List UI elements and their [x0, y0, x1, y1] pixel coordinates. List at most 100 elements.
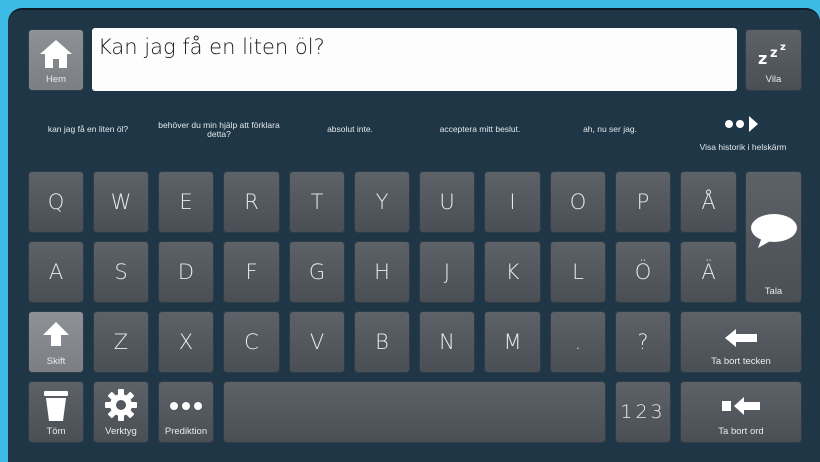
gear-icon: [105, 389, 137, 421]
svg-text:z: z: [758, 49, 767, 67]
key-f[interactable]: F: [223, 241, 280, 303]
history-button[interactable]: Visa historik i helskärm: [688, 110, 798, 160]
key-label: .: [574, 330, 582, 354]
key-ae[interactable]: Ä: [680, 241, 737, 303]
delete-word-button[interactable]: Ta bort ord: [680, 381, 802, 443]
message-text-area[interactable]: Kan jag få en liten öl?: [92, 28, 737, 91]
key-label: S: [114, 260, 128, 284]
key-o[interactable]: O: [550, 171, 606, 233]
tools-label: Verktyg: [105, 426, 137, 437]
key-label: P: [636, 190, 650, 214]
key-label: A: [48, 260, 64, 284]
key-label: V: [309, 330, 325, 354]
key-oe[interactable]: Ö: [615, 241, 671, 303]
key-i[interactable]: I: [484, 171, 541, 233]
prediction-text: acceptera mitt beslut.: [439, 124, 521, 135]
key-label: T: [310, 190, 324, 214]
key-label: I: [509, 190, 516, 214]
message-text: Kan jag få en liten öl?: [98, 35, 325, 59]
key-g[interactable]: G: [289, 241, 345, 303]
key-j[interactable]: J: [419, 241, 475, 303]
key-e[interactable]: E: [158, 171, 214, 233]
dot-arrow-left-icon: [722, 397, 760, 415]
key-b[interactable]: B: [354, 311, 410, 373]
key-period[interactable]: .: [550, 311, 606, 373]
speech-bubble-icon: [750, 214, 797, 248]
prediction-text: absolut inte.: [327, 124, 373, 135]
key-label: H: [374, 260, 390, 284]
key-label: Ä: [701, 260, 716, 284]
key-label: X: [178, 330, 194, 354]
key-d[interactable]: D: [158, 241, 214, 303]
key-t[interactable]: T: [289, 171, 345, 233]
key-u[interactable]: U: [419, 171, 475, 233]
delete-char-label: Ta bort tecken: [711, 356, 771, 367]
key-label: ?: [637, 330, 649, 354]
prediction-item[interactable]: acceptera mitt beslut.: [420, 112, 540, 148]
key-q[interactable]: Q: [28, 171, 84, 233]
key-p[interactable]: P: [615, 171, 671, 233]
prediction-item[interactable]: absolut inte.: [290, 112, 410, 148]
svg-text:z: z: [770, 46, 778, 61]
key-v[interactable]: V: [289, 311, 345, 373]
key-label: Q: [47, 190, 65, 214]
key-m[interactable]: M: [484, 311, 541, 373]
key-label: Ö: [634, 260, 652, 284]
delete-word-label: Ta bort ord: [718, 426, 764, 437]
key-label: Z: [113, 330, 129, 354]
key-z[interactable]: Z: [93, 311, 149, 373]
key-x[interactable]: X: [158, 311, 214, 373]
shift-label: Skift: [46, 356, 66, 367]
sleep-button[interactable]: z z z Vila: [745, 29, 802, 91]
key-n[interactable]: N: [419, 311, 475, 373]
clear-button[interactable]: Töm: [28, 381, 84, 443]
prediction-item[interactable]: ah, nu ser jag.: [550, 112, 670, 148]
key-label: Y: [375, 190, 389, 214]
shift-button[interactable]: Skift: [28, 311, 84, 373]
key-aa[interactable]: Å: [680, 171, 737, 233]
home-icon: [40, 40, 72, 68]
home-button[interactable]: Hem: [28, 29, 84, 91]
svg-text:z: z: [780, 42, 786, 53]
sleep-icon: z z z: [758, 42, 786, 67]
speak-button[interactable]: Tala: [745, 171, 802, 303]
clear-label: Töm: [46, 426, 66, 437]
key-label: Å: [701, 190, 716, 214]
key-s[interactable]: S: [93, 241, 149, 303]
delete-char-button[interactable]: Ta bort tecken: [680, 311, 802, 373]
key-h[interactable]: H: [354, 241, 410, 303]
prediction-item[interactable]: behöver du min hjälp att förklara detta?: [158, 112, 280, 148]
ellipsis-icon: [170, 402, 202, 410]
key-label: U: [439, 190, 455, 214]
key-label: O: [569, 190, 587, 214]
prediction-item[interactable]: kan jag få en liten öl?: [28, 112, 148, 148]
prediction-button[interactable]: Prediktion: [158, 381, 214, 443]
key-label: G: [308, 260, 326, 284]
key-question[interactable]: ?: [615, 311, 671, 373]
key-label: L: [572, 260, 584, 284]
key-label: F: [245, 260, 258, 284]
key-k[interactable]: K: [484, 241, 541, 303]
key-w[interactable]: W: [93, 171, 149, 233]
key-l[interactable]: L: [550, 241, 606, 303]
numbers-button[interactable]: 123: [615, 381, 671, 443]
key-label: J: [443, 260, 451, 284]
key-label: D: [177, 260, 195, 284]
speak-label: Tala: [764, 286, 783, 297]
key-label: W: [110, 190, 132, 214]
dots-arrow-icon: [725, 116, 758, 132]
tools-button[interactable]: Verktyg: [93, 381, 149, 443]
key-label: R: [244, 190, 259, 214]
prediction-text: behöver du min hjälp att förklara detta?: [158, 119, 280, 139]
space-bar[interactable]: [223, 381, 606, 443]
key-label: B: [375, 330, 389, 354]
key-label: E: [179, 190, 193, 214]
arrow-up-icon: [43, 322, 69, 346]
key-r[interactable]: R: [223, 171, 280, 233]
history-label: Visa historik i helskärm: [699, 142, 787, 152]
key-label: C: [244, 330, 259, 354]
key-c[interactable]: C: [223, 311, 280, 373]
trash-icon: [44, 391, 68, 421]
key-a[interactable]: A: [28, 241, 84, 303]
key-y[interactable]: Y: [354, 171, 410, 233]
